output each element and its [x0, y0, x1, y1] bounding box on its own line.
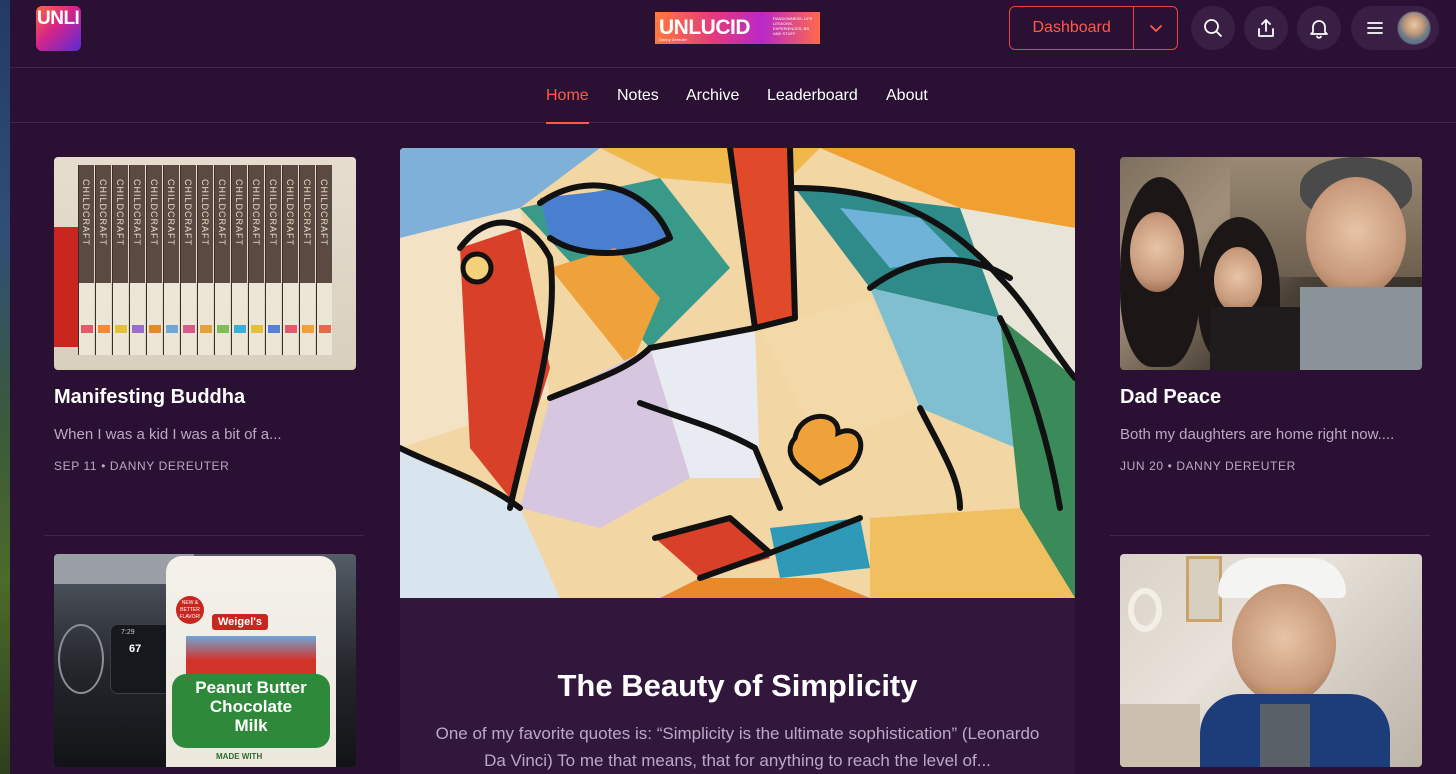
book-spine: CHILDCRAFT	[180, 165, 196, 355]
card-divider	[1110, 535, 1430, 536]
shirt-right	[1300, 287, 1422, 370]
book-spine: CHILDCRAFT	[78, 165, 94, 355]
post-excerpt: Both my daughters are home right now....	[1120, 426, 1395, 443]
dashboard-dropdown-button[interactable]	[1133, 7, 1177, 49]
book-spine: CHILDCRAFT	[265, 165, 281, 355]
cubist-face-painting	[400, 148, 1075, 598]
picture-frame	[1186, 556, 1222, 622]
post-date: SEP 11	[54, 459, 98, 473]
red-book	[54, 227, 78, 347]
chevron-down-icon	[1149, 25, 1162, 32]
post-date: JUN 20	[1120, 459, 1164, 473]
book-spine: CHILDCRAFT	[95, 165, 111, 355]
face-cap	[1232, 584, 1336, 704]
book-spine: CHILDCRAFT	[163, 165, 179, 355]
notifications-button[interactable]	[1297, 6, 1341, 50]
shirt	[1260, 704, 1310, 767]
face-left	[1130, 212, 1184, 292]
face-right	[1306, 177, 1406, 297]
book-spine: CHILDCRAFT	[146, 165, 162, 355]
post-meta: JUN 20 • DANNY DEREUTER	[1120, 459, 1296, 473]
face-middle	[1214, 247, 1262, 313]
post-title[interactable]: Dad Peace	[1120, 386, 1221, 409]
book-spine: CHILDCRAFT	[231, 165, 247, 355]
post-meta: SEP 11 • DANNY DEREUTER	[54, 459, 229, 473]
post-author[interactable]: DANNY DEREUTER	[110, 459, 230, 473]
user-avatar[interactable]	[1397, 11, 1431, 45]
book-spine: CHILDCRAFT	[112, 165, 128, 355]
publication-logo[interactable]: UNLI	[36, 6, 81, 51]
card-divider	[44, 535, 364, 536]
dash-display: 7:29 67	[110, 624, 172, 694]
share-icon	[1258, 19, 1274, 37]
book-spine: CHILDCRAFT	[316, 165, 332, 355]
post-excerpt: When I was a kid I was a bit of a...	[54, 426, 282, 443]
nav-tab-archive[interactable]: Archive	[686, 69, 739, 123]
meta-separator: •	[101, 459, 110, 473]
wordmark-tagline: RANDOMNESS, LIFE LESSONS, EXPERIENCES, B…	[773, 16, 813, 36]
post-image-childcraft-books[interactable]: CHILDCRAFT CHILDCRAFT CHILDCRAFT CHILDCR…	[54, 157, 356, 370]
book-spine: CHILDCRAFT	[214, 165, 230, 355]
featured-post-excerpt: One of my favorite quotes is: “Simplicit…	[435, 724, 1040, 770]
wordmark-subtitle: Danny Dereuter	[659, 37, 688, 42]
nav-tab-notes[interactable]: Notes	[617, 69, 659, 123]
share-button[interactable]	[1244, 6, 1288, 50]
search-button[interactable]	[1191, 6, 1235, 50]
publication-wordmark[interactable]: UNLUCID Danny Dereuter RANDOMNESS, LIFE …	[655, 12, 820, 44]
featured-post-body: The Beauty of Simplicity One of my favor…	[400, 598, 1075, 774]
post-image-cap-selfie[interactable]	[1120, 554, 1422, 767]
featured-post-image[interactable]	[400, 148, 1075, 598]
dashboard-button[interactable]: Dashboard	[1009, 6, 1178, 50]
dashboard-label[interactable]: Dashboard	[1010, 7, 1133, 49]
post-image-family-selfie[interactable]	[1120, 157, 1422, 370]
gauge-left	[58, 624, 104, 694]
publication-nav: Home Notes Archive Leaderboard About	[10, 69, 1456, 124]
menu-icon	[1367, 22, 1383, 34]
wreath	[1128, 588, 1162, 632]
post-title[interactable]: Manifesting Buddha	[54, 386, 245, 409]
desktop-wallpaper-edge	[0, 0, 10, 774]
book-spine: CHILDCRAFT	[248, 165, 264, 355]
label-green-band: Peanut Butter Chocolate Milk	[172, 674, 330, 748]
shelf	[1120, 704, 1200, 767]
nav-tab-home[interactable]: Home	[546, 69, 589, 124]
bell-icon	[1310, 20, 1328, 39]
publication-app: UNLI UNLUCID Danny Dereuter RANDOMNESS, …	[10, 0, 1456, 774]
post-author[interactable]: DANNY DEREUTER	[1176, 459, 1296, 473]
nav-tab-about[interactable]: About	[886, 69, 928, 123]
book-spine: CHILDCRAFT	[299, 165, 315, 355]
barn-graphic	[186, 636, 316, 676]
search-icon	[1204, 19, 1222, 37]
shirt-middle	[1210, 307, 1300, 370]
account-menu-button[interactable]	[1351, 6, 1439, 50]
meta-separator: •	[1167, 459, 1177, 473]
book-spine: CHILDCRAFT	[197, 165, 213, 355]
book-spine: CHILDCRAFT	[282, 165, 298, 355]
milk-jug: NEW & BETTER FLAVOR! Weigel's Peanut But…	[166, 556, 336, 767]
featured-post-title[interactable]: The Beauty of Simplicity	[400, 668, 1075, 704]
publication-logo-text: UNLI	[37, 8, 80, 29]
top-header: UNLI UNLUCID Danny Dereuter RANDOMNESS, …	[10, 0, 1456, 68]
book-spine: CHILDCRAFT	[129, 165, 145, 355]
post-image-chocolate-milk[interactable]: 7:29 67 NEW & BETTER FLAVOR! Weigel's Pe…	[54, 554, 356, 767]
nav-tab-leaderboard[interactable]: Leaderboard	[767, 69, 858, 123]
